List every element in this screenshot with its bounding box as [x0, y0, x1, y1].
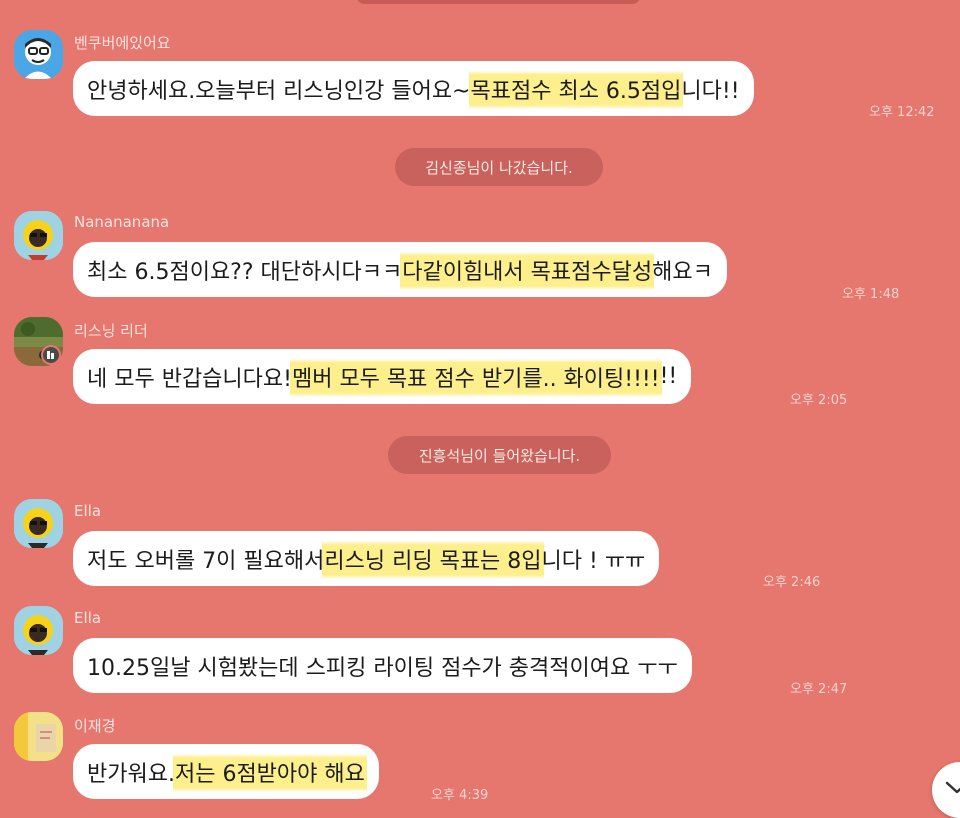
- highlighted-text: 멤버 모두 목표 점수 받기를.. 화이팅!!!!: [289, 354, 662, 399]
- system-notice: 김신종님이 나갔습니다.: [395, 148, 603, 186]
- message-text: 니다 ! ㅠㅠ: [541, 548, 646, 574]
- avatar[interactable]: [14, 606, 63, 655]
- avatar[interactable]: [14, 499, 63, 548]
- sender-name: 이재경: [74, 717, 116, 735]
- message-text: 최소 6.5점이요?? 대단하시다ㅋㅋ: [87, 259, 403, 285]
- crown-badge-icon: [41, 345, 61, 365]
- message-time: 오후 2:47: [790, 682, 848, 697]
- message-text: 반가워요.: [87, 761, 175, 787]
- sender-name: Ella: [74, 502, 102, 520]
- character-avatar-icon: [14, 606, 63, 655]
- photo-avatar-icon: [14, 712, 63, 761]
- character-avatar-icon: [14, 30, 63, 79]
- character-avatar-icon: [14, 211, 63, 260]
- message-time: 오후 4:39: [431, 788, 489, 803]
- highlighted-text: 저는 6점받아야 해요: [172, 749, 367, 794]
- message-text: 해요ㅋ: [652, 259, 713, 285]
- message-time: 오후 2:46: [763, 575, 821, 590]
- message-text: 저도 오버롤 7이 필요해서: [87, 548, 325, 574]
- avatar[interactable]: [14, 30, 63, 79]
- message-text: !!: [659, 364, 678, 389]
- chevron-down-icon: [945, 781, 960, 794]
- sender-name: 리스닝 리더: [74, 322, 148, 340]
- message-bubble[interactable]: 저도 오버롤 7이 필요해서 리스닝 리딩 목표는 8입 니다 ! ㅠㅠ: [73, 531, 660, 586]
- avatar[interactable]: [14, 712, 63, 761]
- message-bubble[interactable]: 안녕하세요.오늘부터 리스닝인강 들어요~ 목표점수 최소 6.5점입 니다!!: [73, 61, 754, 116]
- sender-name: Ella: [74, 609, 102, 627]
- message-text: 10.25일날 시험봤는데 스피킹 라이팅 점수가 충격적이여요 ㅜㅜ: [87, 655, 678, 681]
- message-bubble[interactable]: 네 모두 반갑습니다요! 멤버 모두 목표 점수 받기를.. 화이팅!!!!!!: [73, 349, 692, 404]
- scroll-to-bottom-button[interactable]: [932, 762, 960, 818]
- sender-name: 벤쿠버에있어요: [74, 34, 171, 52]
- message-text: 니다!!: [681, 78, 740, 104]
- message-bubble[interactable]: 최소 6.5점이요?? 대단하시다ㅋㅋ 다같이힘내서 목표점수달성 해요ㅋ: [73, 242, 727, 297]
- message-time: 오후 12:42: [869, 105, 935, 120]
- avatar[interactable]: [14, 211, 63, 260]
- message-time: 오후 1:48: [842, 287, 900, 302]
- previous-notice-pill: [356, 0, 641, 4]
- sender-name: Nanananana: [74, 213, 170, 231]
- message-time: 오후 2:05: [790, 393, 848, 408]
- character-avatar-icon: [14, 499, 63, 548]
- highlighted-text: 다같이힘내서 목표점수달성: [400, 247, 655, 292]
- highlighted-text: 리스닝 리딩 목표는 8입: [322, 536, 544, 581]
- system-notice: 진흥석님이 들어왔습니다.: [388, 436, 611, 474]
- message-text: 안녕하세요.오늘부터 리스닝인강 들어요~: [87, 78, 471, 104]
- highlighted-text: 목표점수 최소 6.5점입: [468, 66, 684, 111]
- message-text: 네 모두 반갑습니다요!: [87, 366, 292, 392]
- message-bubble[interactable]: 반가워요. 저는 6점받아야 해요: [73, 744, 379, 799]
- message-bubble[interactable]: 10.25일날 시험봤는데 스피킹 라이팅 점수가 충격적이여요 ㅜㅜ: [73, 638, 692, 693]
